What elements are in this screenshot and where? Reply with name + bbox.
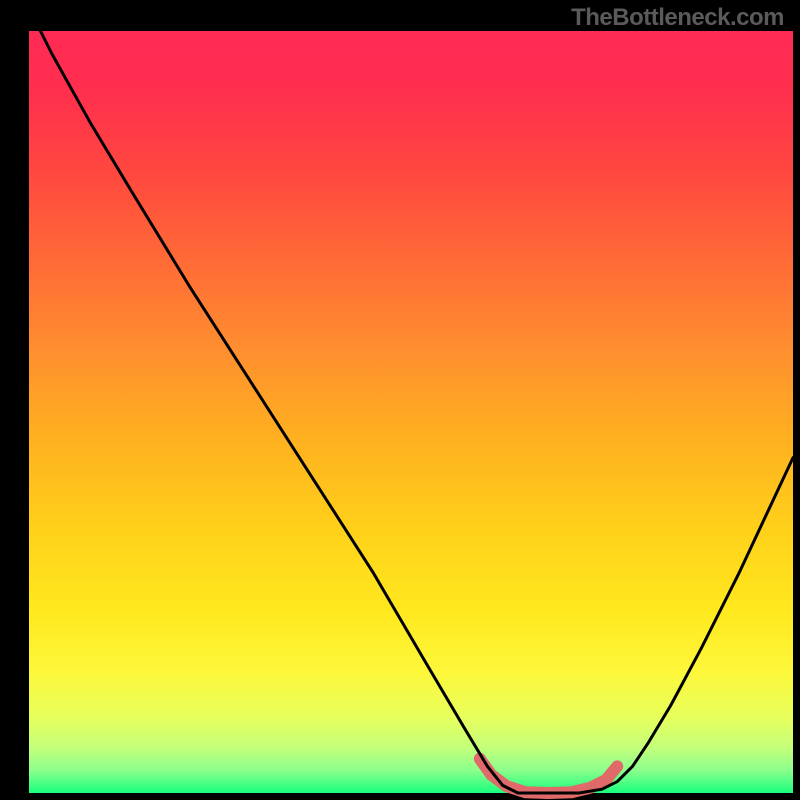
- chart-container: TheBottleneck.com: [0, 0, 800, 800]
- plot-background: [29, 31, 793, 793]
- watermark-text: TheBottleneck.com: [571, 4, 784, 32]
- chart-svg: [0, 0, 800, 800]
